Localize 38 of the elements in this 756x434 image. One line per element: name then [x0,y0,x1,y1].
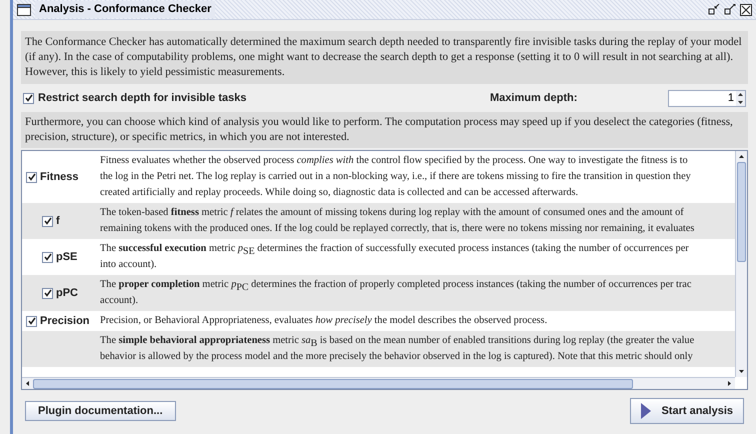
metric-label[interactable]: Precision [40,312,90,330]
minimize-icon[interactable] [708,4,720,15]
description-text: created artificially and replay proceeds. While doing so, diagnostic data is collected and can be accessed afterwards. [100,186,580,200]
info-text: Furthermore, you can choose which kind of analysis you would like to perform. The computation process may speed up if you deselect the categories (fitness, precision, structure), or specific metrics, in which you are not interested. [21,112,748,148]
description-text: Fitness evaluates whether the observed process complies with the control flow specified by the process. One way to investigate the fitness is to [100,154,689,168]
description-text: remaining tokens with the produced ones. If the log could be replayed correctly, that is, there were no tokens missing nor remaining, it evaluates [100,222,694,236]
horizontal-scrollbar[interactable] [22,377,735,389]
description-text: Precision, or Behavioral Appropriateness, evaluates how precisely the model describes the observed process. [100,314,548,328]
metric-label[interactable]: Fitness [40,168,79,186]
description-text: into account). [100,258,158,272]
window-icon [17,4,31,16]
intro-text: The Conformance Checker has automatically determined the maximum search depth needed to transparently fire invisible tasks during the replay of your model (if any). In the case of computability problems, one might want to decrease the search depth to get a response (setting it to 0 will result in not searching at all). However, this is likely to yield pessimistic measurements. [21,31,748,84]
metric-label[interactable]: pSE [56,248,78,266]
play-icon [641,403,652,419]
metric-label[interactable]: pPC [56,284,78,302]
vertical-scrollbar[interactable] [735,151,747,377]
checkbox[interactable] [23,92,34,104]
field-label: Maximum depth: [490,90,578,106]
scroll-thumb[interactable] [737,162,746,262]
maximize-icon[interactable] [724,4,736,15]
plugin-documentation-button[interactable]: Plugin documentation... [25,401,176,421]
start-analysis-button[interactable]: Start analysis [630,398,744,424]
description-text: The token-based fitness metric f relates the amount of missing tokens during log replay with the amount of consumed ones and the amount of [100,206,685,220]
spinner-arrows-icon[interactable] [736,90,745,106]
scroll-thumb[interactable] [33,378,633,388]
depth-spinner[interactable]: 1 [668,90,746,106]
description-text: behavior is allowed by the process model and the more precisely the behavior observed in the log is captured). Note that this metric should only [100,350,694,364]
description-text: the log in the Petri net. The log replay is carried out in a non-blocking way, i.e., if there are tokens missing to fire the transition in question they [100,170,691,184]
close-icon[interactable] [740,4,752,16]
window-title: Analysis - Conformance Checker [35,1,216,18]
checkbox[interactable] [26,172,37,182]
checkbox[interactable] [26,316,37,326]
metric-label[interactable]: f [56,212,60,230]
checkbox[interactable] [42,216,53,226]
checkbox[interactable] [42,252,53,262]
checkbox-label[interactable]: Restrict search depth for invisible tasks [38,90,458,106]
checkbox[interactable] [42,288,53,298]
description-text: account). [100,294,140,308]
